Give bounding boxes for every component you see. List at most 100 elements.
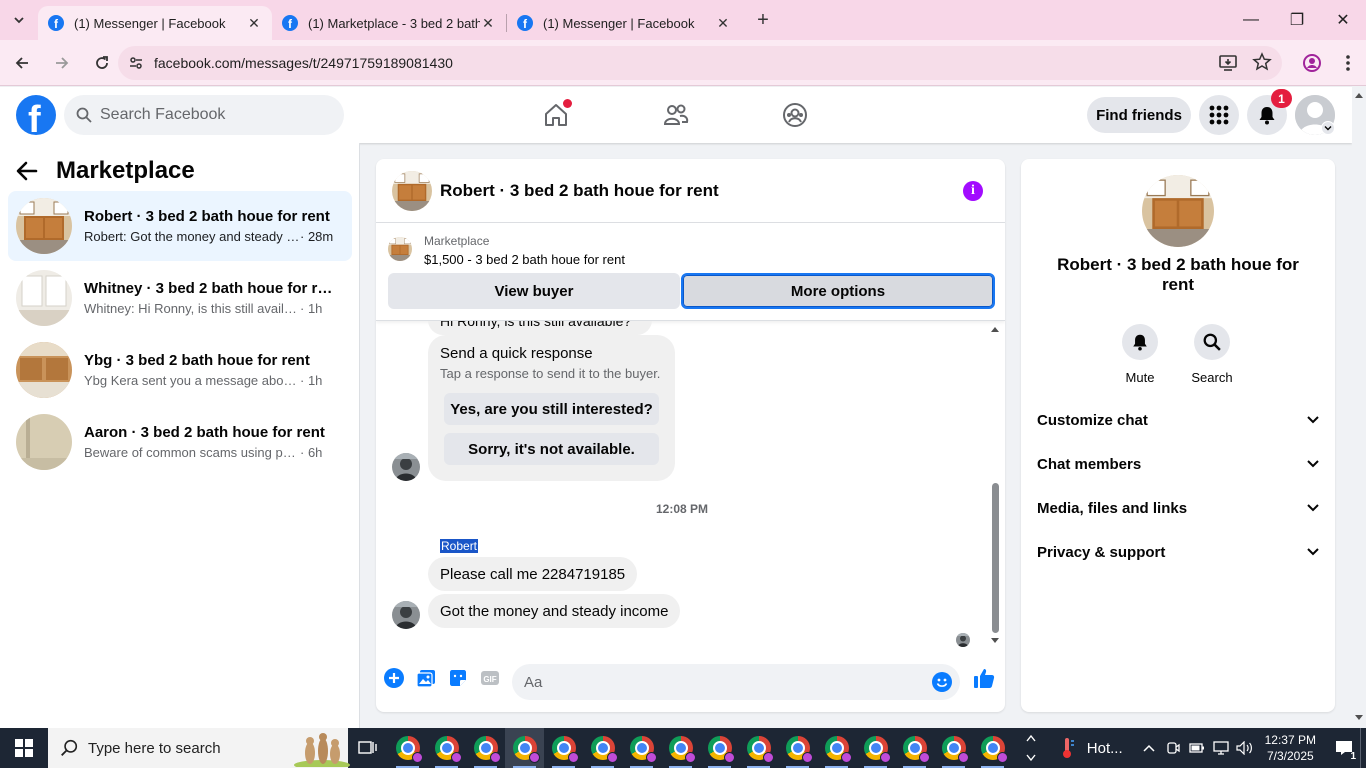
emoji-icon[interactable] bbox=[932, 672, 952, 692]
taskbar-clock[interactable]: 12:37 PM 7/3/2025 bbox=[1265, 732, 1316, 764]
message-bubble: Hi Ronny, is this still available? bbox=[428, 321, 652, 335]
conversation-item[interactable]: Robert · 3 bed 2 bath houe for rent Robe… bbox=[8, 191, 352, 261]
chat-thumbnail[interactable] bbox=[392, 171, 432, 211]
browser-menu-icon[interactable] bbox=[1330, 46, 1366, 80]
customize-chat-section[interactable]: Customize chat bbox=[1029, 400, 1327, 440]
search-conversation-button[interactable]: Search bbox=[1182, 324, 1242, 385]
gif-icon[interactable]: GIF bbox=[478, 666, 502, 690]
message-bubble[interactable]: Please call me 2284719185 bbox=[428, 557, 638, 591]
chevron-down-icon bbox=[1307, 504, 1319, 512]
site-info-icon[interactable] bbox=[118, 55, 154, 71]
address-bar[interactable]: facebook.com/messages/t/2497175918908143… bbox=[118, 46, 1282, 80]
new-tab-button[interactable]: + bbox=[749, 6, 777, 34]
groups-nav-button[interactable] bbox=[755, 87, 835, 143]
taskbar-chrome-window[interactable] bbox=[895, 728, 934, 768]
close-tab-icon[interactable]: ✕ bbox=[715, 15, 731, 31]
browser-tab-messenger-2[interactable]: f (1) Messenger | Facebook ✕ bbox=[507, 6, 741, 40]
message-bubble[interactable]: Got the money and steady income bbox=[428, 594, 681, 628]
account-caret-icon[interactable] bbox=[1321, 121, 1335, 135]
close-window-button[interactable]: ✕ bbox=[1320, 0, 1366, 40]
close-tab-icon[interactable]: ✕ bbox=[480, 15, 496, 31]
conversation-item[interactable]: Ybg · 3 bed 2 bath houe for rent Ybg Ker… bbox=[8, 335, 352, 405]
more-actions-icon[interactable] bbox=[382, 666, 406, 690]
mute-button[interactable]: Mute bbox=[1110, 324, 1170, 385]
battery-icon[interactable] bbox=[1185, 743, 1209, 753]
view-buyer-button[interactable]: View buyer bbox=[388, 273, 680, 309]
minimize-button[interactable]: — bbox=[1228, 0, 1274, 40]
show-desktop-button[interactable] bbox=[1360, 728, 1366, 768]
sticker-icon[interactable] bbox=[446, 666, 470, 690]
weather-widget[interactable]: Hot... bbox=[1059, 737, 1123, 759]
menu-button[interactable] bbox=[1199, 95, 1239, 135]
start-button[interactable] bbox=[0, 728, 48, 768]
quick-response-option[interactable]: Yes, are you still interested? bbox=[444, 393, 659, 425]
page-scrollbar[interactable] bbox=[1352, 87, 1366, 728]
scroll-up-icon[interactable] bbox=[1352, 91, 1366, 99]
reload-button[interactable] bbox=[84, 45, 120, 81]
home-nav-button[interactable] bbox=[516, 87, 596, 143]
taskbar-search[interactable]: Type here to search bbox=[48, 728, 350, 768]
message-scrollbar[interactable] bbox=[989, 321, 1001, 651]
show-hidden-icons[interactable] bbox=[1137, 744, 1161, 752]
facebook-logo[interactable]: f bbox=[16, 95, 56, 135]
taskbar-chrome-window[interactable] bbox=[544, 728, 583, 768]
task-view-button[interactable] bbox=[348, 728, 388, 768]
taskbar-chrome-window[interactable] bbox=[661, 728, 700, 768]
media-files-links-section[interactable]: Media, files and links bbox=[1029, 488, 1327, 528]
taskbar-chrome-window[interactable] bbox=[427, 728, 466, 768]
back-arrow-icon[interactable] bbox=[16, 161, 38, 181]
taskbar-chrome-window[interactable] bbox=[739, 728, 778, 768]
sender-avatar[interactable] bbox=[392, 453, 420, 481]
taskbar-chrome-window[interactable] bbox=[583, 728, 622, 768]
taskbar-chrome-window[interactable] bbox=[817, 728, 856, 768]
restore-button[interactable]: ❐ bbox=[1274, 0, 1320, 40]
browser-tab-messenger[interactable]: f (1) Messenger | Facebook ✕ bbox=[38, 6, 272, 40]
taskbar-chrome-window[interactable] bbox=[505, 728, 544, 768]
taskbar-chrome-window[interactable] bbox=[778, 728, 817, 768]
taskbar-chrome-window[interactable] bbox=[934, 728, 973, 768]
listing-price-title[interactable]: $1,500 - 3 bed 2 bath houe for rent bbox=[424, 252, 625, 267]
conversation-item[interactable]: Aaron · 3 bed 2 bath houe for rent Bewar… bbox=[8, 407, 352, 477]
sender-avatar[interactable] bbox=[392, 601, 420, 629]
taskbar-chrome-window[interactable] bbox=[973, 728, 1012, 768]
taskbar-chrome-window[interactable] bbox=[856, 728, 895, 768]
bookmark-star-icon[interactable] bbox=[1252, 52, 1272, 72]
notification-center-button[interactable]: 1 bbox=[1328, 728, 1360, 768]
find-friends-button[interactable]: Find friends bbox=[1087, 97, 1191, 133]
facebook-search[interactable] bbox=[64, 95, 344, 135]
friends-nav-button[interactable] bbox=[636, 87, 716, 143]
taskbar-chrome-window[interactable] bbox=[700, 728, 739, 768]
chat-title[interactable]: Robert · 3 bed 2 bath houe for rent bbox=[440, 181, 719, 201]
chat-members-section[interactable]: Chat members bbox=[1029, 444, 1327, 484]
attach-photo-icon[interactable] bbox=[414, 666, 438, 690]
listing-photo[interactable] bbox=[1142, 175, 1214, 247]
privacy-support-section[interactable]: Privacy & support bbox=[1029, 532, 1327, 572]
message-input-field[interactable] bbox=[512, 664, 960, 700]
meet-icon[interactable] bbox=[1161, 741, 1185, 755]
profile-icon[interactable] bbox=[1294, 46, 1330, 80]
scroll-down-icon[interactable] bbox=[989, 637, 1001, 645]
scroll-down-icon[interactable] bbox=[1352, 714, 1366, 722]
message-input[interactable] bbox=[524, 673, 904, 691]
volume-icon[interactable] bbox=[1233, 741, 1257, 755]
info-icon[interactable]: i bbox=[963, 181, 983, 201]
more-options-button[interactable]: More options bbox=[681, 273, 995, 309]
scroll-up-icon[interactable] bbox=[989, 325, 1001, 333]
network-icon[interactable] bbox=[1209, 741, 1233, 755]
back-button[interactable] bbox=[4, 45, 40, 81]
taskbar-chrome-window[interactable] bbox=[466, 728, 505, 768]
tray-scroll[interactable] bbox=[1021, 733, 1041, 763]
search-input[interactable] bbox=[100, 106, 320, 124]
browser-tab-marketplace[interactable]: f (1) Marketplace - 3 bed 2 bath h ✕ bbox=[272, 6, 506, 40]
install-app-icon[interactable] bbox=[1218, 52, 1238, 72]
taskbar-chrome-window[interactable] bbox=[622, 728, 661, 768]
scrollbar-thumb[interactable] bbox=[992, 483, 999, 633]
forward-button[interactable] bbox=[44, 45, 80, 81]
thumbs-up-icon[interactable] bbox=[972, 666, 996, 690]
tab-search-button[interactable] bbox=[0, 0, 38, 40]
taskbar-chrome-window[interactable] bbox=[388, 728, 427, 768]
quick-response-option[interactable]: Sorry, it's not available. bbox=[444, 433, 659, 465]
conversation-item[interactable]: Whitney · 3 bed 2 bath houe for re... Wh… bbox=[8, 263, 352, 333]
section-label: Privacy & support bbox=[1037, 543, 1166, 561]
close-tab-icon[interactable]: ✕ bbox=[246, 15, 262, 31]
